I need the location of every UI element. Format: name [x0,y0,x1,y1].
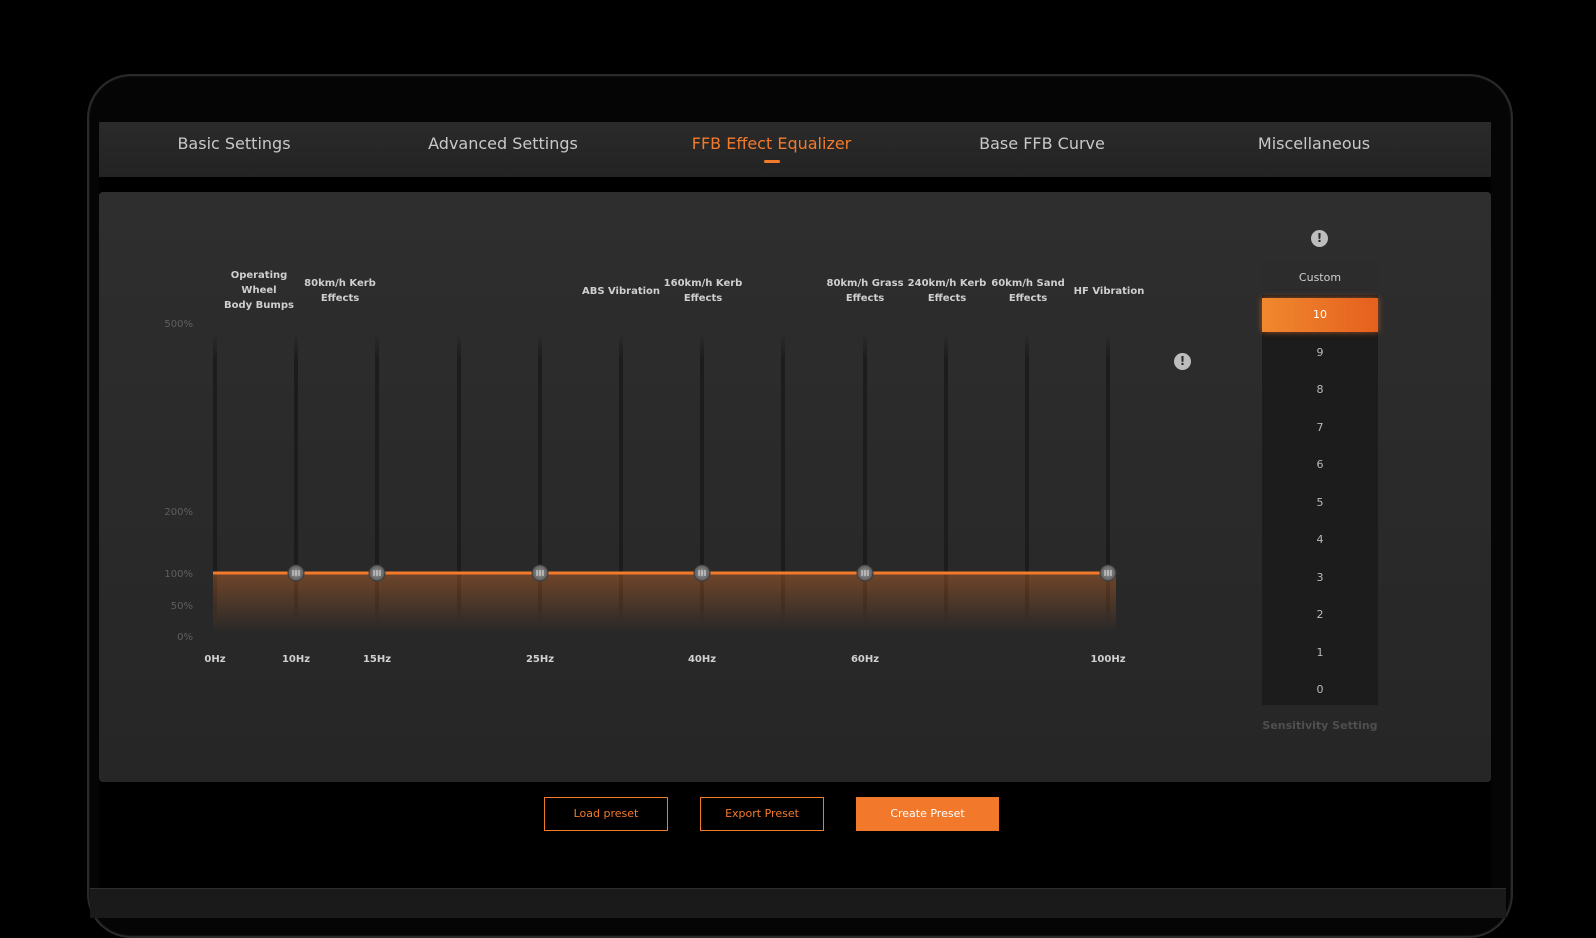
sensitivity-option[interactable]: 2 [1262,598,1378,632]
frequency-label: 10Hz [282,654,310,665]
sensitivity-list: Custom 10 9 8 7 6 5 4 3 2 1 0 [1262,261,1378,705]
effect-label: 80km/h Grass Effects [826,278,903,304]
tab-label: Base FFB Curve [979,134,1105,153]
export-preset-button[interactable]: Export Preset [700,797,824,831]
effect-label: 160km/h Kerb Effects [664,278,743,304]
tab-label: Basic Settings [177,134,291,153]
slider-knob[interactable] [693,564,711,582]
sensitivity-option[interactable]: 9 [1262,336,1378,370]
effect-label: Operating Wheel Body Bumps [224,270,294,311]
y-axis-label: 100% [164,569,193,580]
frequency-label: 40Hz [688,654,716,665]
frequency-label: 25Hz [526,654,554,665]
create-preset-button[interactable]: Create Preset [856,797,999,831]
sensitivity-option[interactable]: 8 [1262,373,1378,407]
sensitivity-option[interactable]: 1 [1262,636,1378,670]
frequency-label: 0Hz [204,654,225,665]
tab-miscellaneous[interactable]: Miscellaneous [1244,132,1384,166]
sensitivity-option[interactable]: Custom [1262,261,1378,295]
laptop-base [90,888,1506,918]
sensitivity-option[interactable]: 10 [1262,298,1378,332]
slider-knob[interactable] [531,564,549,582]
y-axis-label: 200% [164,507,193,518]
y-axis-label: 500% [164,319,193,330]
tab-label: Advanced Settings [428,134,578,153]
active-tab-indicator [763,160,780,163]
effect-label: ABS Vibration [582,286,660,297]
sensitivity-option[interactable]: 4 [1262,523,1378,557]
sensitivity-option[interactable]: 3 [1262,561,1378,595]
equalizer-curve-fill [213,573,1116,632]
frequency-label: 15Hz [363,654,391,665]
load-preset-button[interactable]: Load preset [544,797,668,831]
slider-knob[interactable] [1099,564,1117,582]
effect-label: 60km/h Sand Effects [991,278,1064,304]
effect-label: 80km/h Kerb Effects [304,278,376,304]
sensitivity-option[interactable]: 6 [1262,448,1378,482]
sensitivity-option[interactable]: 0 [1262,673,1378,707]
slider-knob[interactable] [856,564,874,582]
info-icon[interactable]: ! [1174,353,1191,370]
effect-label: 240km/h Kerb Effects [908,278,987,304]
frequency-label: 60Hz [851,654,879,665]
tab-advanced-settings[interactable]: Advanced Settings [423,132,583,166]
info-icon[interactable]: ! [1311,230,1328,247]
tab-label: FFB Effect Equalizer [691,134,852,153]
tab-label: Miscellaneous [1257,134,1371,153]
app-screen: Basic Settings Advanced Settings FFB Eff… [99,122,1491,888]
tab-base-ffb-curve[interactable]: Base FFB Curve [967,132,1117,166]
slider-knob[interactable] [287,564,305,582]
tab-ffb-effect-equalizer[interactable]: FFB Effect Equalizer [684,132,859,166]
y-axis-label: 0% [177,632,193,643]
sensitivity-caption: Sensitivity Setting [1262,719,1378,732]
tab-basic-settings[interactable]: Basic Settings [164,132,304,166]
effect-label: HF Vibration [1074,286,1145,297]
equalizer-panel: 500% 200% 100% 50% 0% 0Hz 10Hz 15Hz 25Hz 40Hz 60H… [99,192,1491,782]
sensitivity-option[interactable]: 5 [1262,486,1378,520]
y-axis-label: 50% [171,601,193,612]
sensitivity-option[interactable]: 7 [1262,411,1378,445]
slider-knob[interactable] [368,564,386,582]
tab-bar: Basic Settings Advanced Settings FFB Eff… [99,122,1491,177]
frequency-label: 100Hz [1090,654,1125,665]
